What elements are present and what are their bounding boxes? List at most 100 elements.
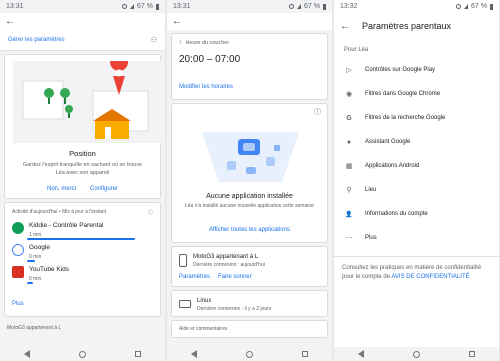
app-bar: ← Paramètres parentaux [334,13,499,39]
back-arrow-icon[interactable]: ← [340,21,354,32]
help-feedback-link[interactable]: Aide et commentaires [172,321,327,337]
battery-text: 67 % [137,3,153,10]
help-card[interactable]: Aide et commentaires [171,320,328,338]
phone-icon [179,254,187,267]
nav-home-icon[interactable] [245,350,253,358]
nav-home-icon[interactable] [78,350,86,358]
app-time: 0 min [29,254,42,260]
back-arrow-icon[interactable]: ← [172,16,186,27]
status-time: 13:31 [6,3,24,10]
app-bar: ← [0,13,165,30]
google-icon: G [346,114,352,122]
person-icon: 👤 [345,211,353,218]
location-card: Position Gardez l'esprit tranquille en s… [4,53,162,199]
status-time: 13:31 [173,3,191,10]
app-name: Google [29,244,50,251]
nav-recents-icon[interactable] [134,351,141,357]
status-bar: 13:31 67 % [0,0,165,13]
bedtime-label: Heure du coucher [185,40,230,46]
location-title: Position [69,149,96,158]
app-time: 1 min [29,232,42,238]
configure-button[interactable]: Configurer [90,186,118,192]
manage-settings-row: Gérer les paramètres ⚇ [0,30,165,51]
settings-item-assistant[interactable]: ● Assistant Google [334,130,499,154]
privacy-footer: Consultez les pratiques en matière de co… [334,256,499,289]
alarm-icon [122,4,128,9]
settings-item-label: Plus [365,235,377,241]
settings-item-label: Applications Android [365,163,420,169]
settings-item-more[interactable]: ⋯ Plus [334,226,499,250]
battery-icon [323,3,326,10]
device-footer: MotoG3 appartenant à L [7,325,62,331]
settings-item-location[interactable]: ⚲ Lieu [334,178,499,202]
panel-parental-settings: 13:32 67 % ← Paramètres parentaux Pour L… [334,0,499,361]
android-nav-bar [0,347,165,361]
settings-item-chrome[interactable]: ◉ Filtres dans Google Chrome [334,82,499,106]
edit-hours-link[interactable]: Modifier les horaires [179,84,233,90]
bedtime-value: 20:00 – 07:00 [179,54,241,65]
device-card-motog3: MotoG3 appartenant à L Dernière connexion… [171,246,328,287]
no-apps-illustration-svg [202,132,299,182]
battery-text: 67 % [471,3,487,10]
moon-icon: ☾ [179,40,184,46]
panel-family-link-details: 13:31 67 % ← ☾ Heure du coucher 20:00 – … [167,0,332,361]
location-illustration [13,53,162,143]
settings-list: ▷ Contrôles sur Google Play ◉ Filtres dans… [334,58,499,250]
device-name: MotoG3 appartenant à L [193,254,259,260]
status-bar: 13:32 67 % [334,0,499,13]
app-row-youtube-kids[interactable]: YouTube Kids 0 min [5,262,160,285]
status-time: 13:32 [340,3,358,10]
device-card-linux: Linux Dernière connexion : il y a 2 jours [171,290,328,317]
nav-back-icon[interactable] [191,350,198,358]
app-name: Kiddie - Contrôle Parental [29,222,104,229]
nav-back-icon[interactable] [24,350,31,358]
nav-recents-icon[interactable] [468,351,475,357]
settings-item-label: Filtres de la recherche Google [365,115,446,121]
settings-item-google-play[interactable]: ▷ Contrôles sur Google Play [334,58,499,82]
location-pin-icon: ⚲ [346,187,352,194]
manage-people-icon[interactable]: ⚇ [151,36,157,44]
battery-text: 67 % [304,3,320,10]
settings-item-android-apps[interactable]: ▦ Applications Android [334,154,499,178]
manage-settings-link[interactable]: Gérer les paramètres [8,37,65,43]
device-settings-link[interactable]: Paramètres [179,274,210,280]
nav-back-icon[interactable] [358,350,365,358]
settings-item-label: Filtres dans Google Chrome [365,91,441,97]
more-icon: ⋯ [345,235,353,242]
assistant-icon: ● [346,138,352,146]
settings-item-label: Informations du compte [365,211,428,217]
battery-icon [490,3,493,10]
page-title: Paramètres parentaux [362,21,452,31]
app-bar: ← [167,13,332,30]
settings-item-search[interactable]: G Filtres de la recherche Google [334,106,499,130]
privacy-notice-link[interactable]: AVIS DE CONFIDENTIALITÉ [391,274,469,280]
no-thanks-button[interactable]: Non, merci [47,186,76,192]
bedtime-card: ☾ Heure du coucher 20:00 – 07:00 Modifie… [171,33,328,100]
no-apps-illustration [182,127,317,187]
nav-home-icon[interactable] [412,350,420,358]
app-row-google[interactable]: Google 0 min [5,240,160,263]
activity-header: Activité d'aujourd'hui • Mis à jour à l'… [12,209,107,215]
app-time: 0 min [29,276,42,282]
settings-item-account-info[interactable]: 👤 Informations du compte [334,202,499,226]
settings-item-label: Assistant Google [365,139,411,145]
back-arrow-icon[interactable]: ← [5,16,19,27]
device-last-seen: Dernière connexion : aujourd'hui [193,262,265,268]
nav-recents-icon[interactable] [301,351,308,357]
map-illustration-svg [13,53,162,143]
battery-icon [156,3,159,10]
info-icon[interactable]: ⓘ [172,104,327,117]
more-link[interactable]: Plus [12,301,24,307]
kiddie-app-icon [12,222,24,234]
ring-device-link[interactable]: Faire sonner [218,274,252,280]
no-apps-description: Léa n'a installé aucune nouvelle applica… [185,203,314,209]
settings-item-label: Lieu [365,187,377,193]
panel-family-link-home: 13:31 67 % ← Gérer les paramètres ⚇ Posi… [0,0,165,361]
app-row-kiddie[interactable]: Kiddie - Contrôle Parental 1 min [5,218,160,241]
alarm-icon [289,4,295,9]
show-all-apps-link[interactable]: Afficher toutes les applications [209,227,290,233]
info-icon[interactable]: ⓘ [148,209,153,216]
google-app-icon [12,244,24,256]
location-description: Gardez l'esprit tranquille en sachant où… [22,162,143,176]
app-name: YouTube Kids [29,266,69,273]
